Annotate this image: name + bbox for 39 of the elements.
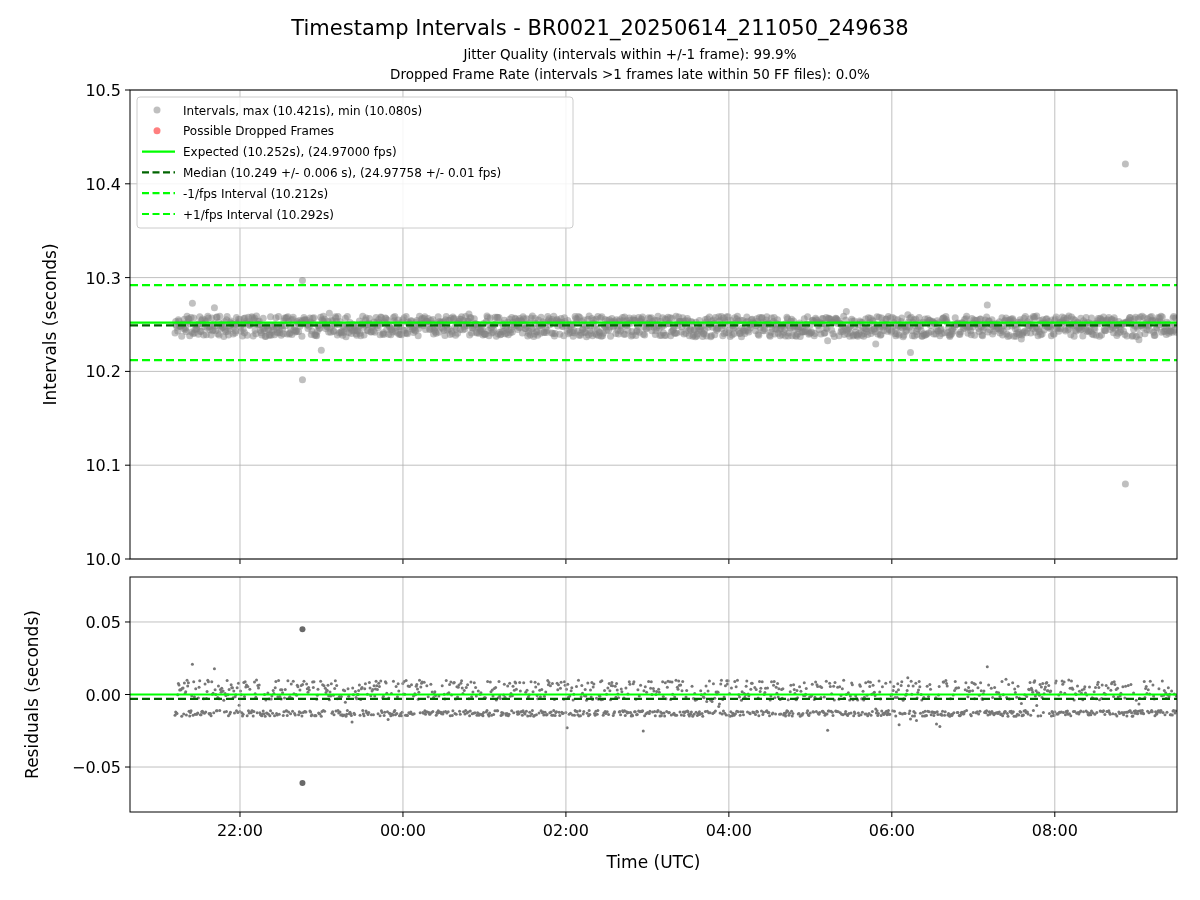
legend-label: -1/fps Interval (10.212s) xyxy=(183,186,329,201)
tick-label: 10.4 xyxy=(85,174,121,194)
legend-label: Expected (10.252s), (24.97000 fps) xyxy=(183,145,397,160)
tick-label: 10.2 xyxy=(85,362,121,382)
data-point xyxy=(298,376,306,384)
data-point xyxy=(1121,480,1129,488)
legend-line-icon xyxy=(142,212,175,216)
axis-label: Intervals (seconds) xyxy=(40,243,60,406)
legend-line-icon xyxy=(142,150,175,153)
tick-label: 04:00 xyxy=(705,821,752,840)
tick-label: −0.05 xyxy=(71,758,121,778)
tick-label: 08:00 xyxy=(1031,821,1078,840)
axis-label: Residuals (seconds) xyxy=(22,610,42,779)
figure-subtitle: Dropped Frame Rate (intervals >1 frames late within 50 FF files): 0.0% xyxy=(390,65,870,84)
data-point xyxy=(298,276,306,284)
legend-label: Possible Dropped Frames xyxy=(183,124,335,139)
tick-label: 00:00 xyxy=(379,821,426,840)
data-point xyxy=(299,626,306,633)
legend-label: Intervals, max (10.421s), min (10.080s) xyxy=(183,103,423,118)
legend-label: Median (10.249 +/- 0.006 s), (24.97758 +/- 0.01 fps) xyxy=(183,165,502,180)
legend-line-icon xyxy=(142,192,175,195)
axis-label: Time (UTC) xyxy=(606,852,701,872)
legend-marker-icon xyxy=(153,127,161,135)
legend-label: +1/fps Interval (10.292s) xyxy=(183,207,334,222)
tick-label: 10.0 xyxy=(85,550,121,569)
tick-label: 10.1 xyxy=(85,456,121,476)
tick-label: 0.05 xyxy=(85,612,121,632)
tick-label: 06:00 xyxy=(868,821,915,840)
legend-marker-icon xyxy=(153,106,161,114)
tick-label: 02:00 xyxy=(542,821,589,840)
legend-line-icon xyxy=(142,171,175,174)
tick-label: 22:00 xyxy=(216,821,264,840)
data-point xyxy=(299,780,306,786)
tick-label: 0.00 xyxy=(85,685,121,705)
tick-label: 10.3 xyxy=(85,268,121,288)
tick-label: 10.5 xyxy=(85,81,121,100)
figure-subtitle: Jitter Quality (intervals within +/-1 frame): 99.9% xyxy=(463,45,797,64)
data-point xyxy=(1121,160,1129,168)
figure-title: Timestamp Intervals - BR0021_20250614_211050_249638 xyxy=(291,15,909,41)
